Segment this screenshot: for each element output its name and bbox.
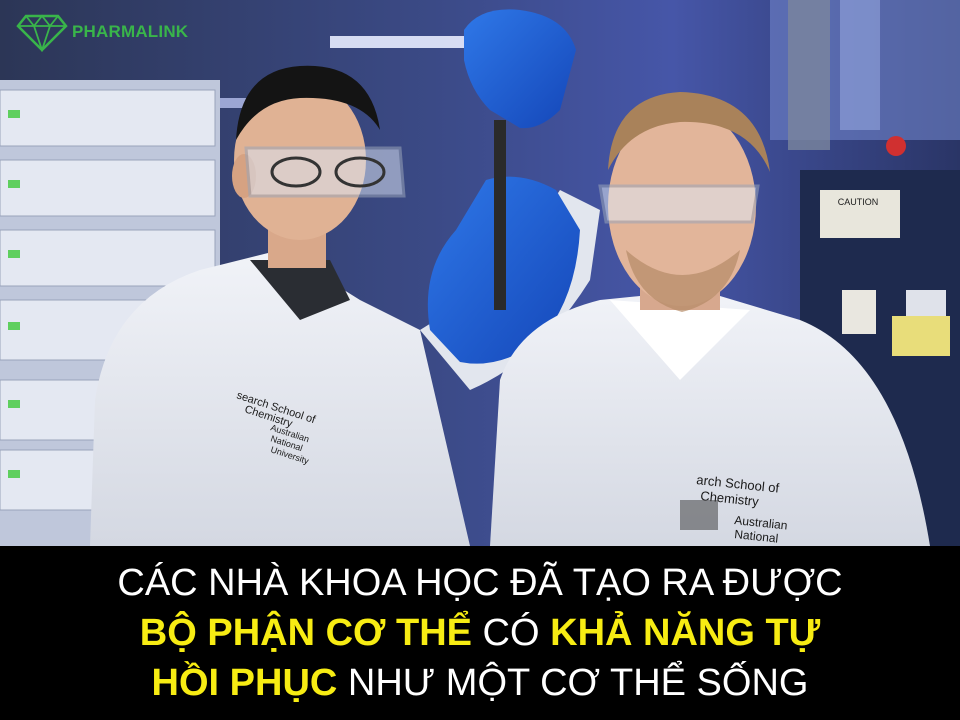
caption-highlight-2: KHẢ NĂNG TỰ [550, 612, 821, 654]
caution-sign-text: CAUTION [838, 197, 879, 207]
caption-banner: CÁC NHÀ KHOA HỌC ĐÃ TẠO RA ĐƯỢC BỘ PHẬN … [0, 546, 960, 720]
caption-text-3: NHƯ MỘT CƠ THỂ SỐNG [337, 662, 809, 704]
diamond-logo-icon [16, 14, 68, 52]
caption-line-2: BỘ PHẬN CƠ THỂ CÓ KHẢ NĂNG TỰ [140, 608, 820, 658]
lab-photo: CAUTION search School of Chemistry Austr… [0, 0, 960, 546]
caption-line-1: CÁC NHÀ KHOA HỌC ĐÃ TẠO RA ĐƯỢC [117, 562, 843, 604]
caption-text-2: CÓ [472, 612, 551, 654]
caption-highlight-1: BỘ PHẬN CƠ THỂ [139, 612, 472, 654]
brand-name: PHARMALINK [72, 22, 189, 41]
brand-logo: PHARMALINK [16, 12, 188, 52]
university-crest-icon [680, 500, 718, 530]
lab-scene: CAUTION search School of Chemistry Austr… [0, 0, 960, 546]
caption-line-3: HỒI PHỤC NHƯ MỘT CƠ THỂ SỐNG [152, 658, 809, 708]
slide: CAUTION search School of Chemistry Austr… [0, 0, 960, 720]
caption-highlight-3: HỒI PHỤC [151, 662, 338, 704]
